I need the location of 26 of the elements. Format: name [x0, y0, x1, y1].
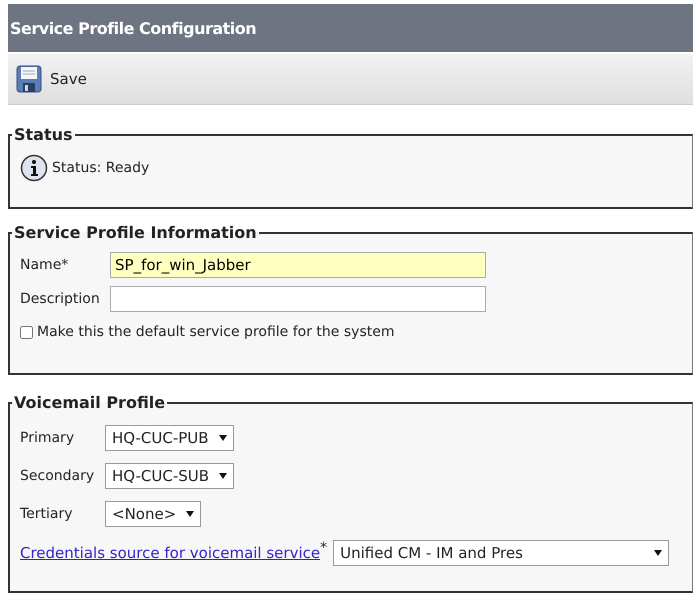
info-icon — [20, 154, 48, 182]
dropdown-caret-icon — [218, 434, 227, 442]
field-label: Tertiary — [20, 506, 74, 522]
save-button[interactable]: Save — [14, 63, 89, 95]
profile-dropdown[interactable]: HQ-CUC-SUB — [105, 463, 234, 489]
status-message: Status: Ready — [52, 160, 150, 176]
credentials-dropdown[interactable]: Unified CM - IM and Pres — [333, 540, 670, 566]
panel-legend: Voicemail Profile — [12, 393, 168, 412]
dropdown-caret-icon — [654, 549, 662, 557]
checkbox-label: Make this the default service profile for the system — [37, 324, 394, 340]
field-label: Secondary — [20, 468, 96, 484]
dropdown-caret-icon — [219, 472, 228, 480]
dropdown-caret-icon — [186, 510, 194, 518]
field-label: Description — [20, 291, 101, 307]
window-title: Service Profile Configuration — [10, 18, 256, 38]
default-checkbox[interactable] — [20, 326, 33, 338]
required-mark: * — [320, 540, 328, 556]
panel-legend: Service Profile Information — [12, 223, 259, 242]
profile-dropdown[interactable]: HQ-CUC-PUB — [105, 425, 234, 451]
credentials-link[interactable]: Credentials source for voicemail service — [20, 544, 320, 562]
profile-dropdown[interactable]: <None> — [105, 501, 202, 527]
field-label: Primary — [20, 430, 76, 446]
field-label: Name* — [20, 257, 70, 273]
name-field[interactable]: SP_for_win_Jabber — [110, 252, 486, 278]
description-field[interactable] — [110, 286, 486, 312]
panel-legend: Status — [12, 125, 75, 144]
